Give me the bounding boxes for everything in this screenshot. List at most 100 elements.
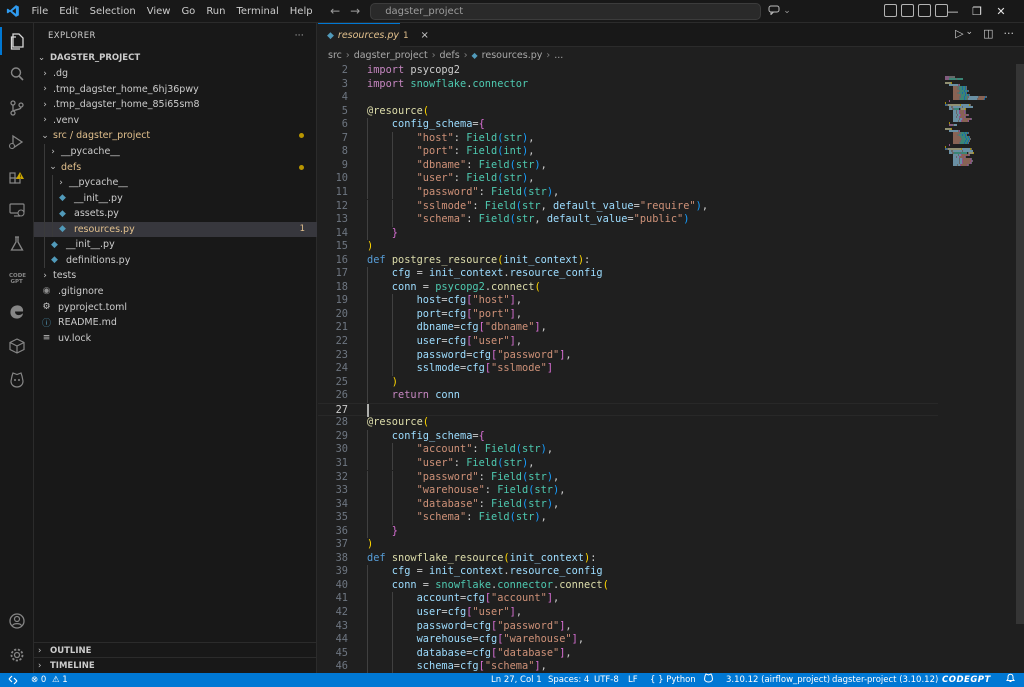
tree-item[interactable]: ◆ assets.py: [34, 206, 317, 222]
run-file-icon[interactable]: ▷: [955, 27, 963, 40]
command-center-search[interactable]: dagster_project: [370, 2, 762, 20]
code-line[interactable]: 43 password=cfg["password"],: [318, 619, 938, 634]
code-line[interactable]: 46 schema=cfg["schema"],: [318, 660, 938, 673]
code-line[interactable]: 16 def postgres_resource(init_context):: [318, 254, 938, 268]
testing-icon[interactable]: [0, 230, 34, 258]
back-arrow-icon[interactable]: ←: [330, 4, 340, 18]
code-line[interactable]: 24 sslmode=cfg["sslmode"]: [318, 362, 938, 376]
close-tab-icon[interactable]: ×: [420, 30, 428, 41]
copilot-menu[interactable]: ⌄: [768, 3, 798, 20]
minimize-icon[interactable]: —: [946, 5, 960, 19]
indentation[interactable]: Spaces: 4: [548, 673, 589, 687]
outline-panel-header[interactable]: › OUTLINE: [34, 642, 317, 658]
explorer-icon[interactable]: [0, 27, 34, 55]
end-of-line[interactable]: LF: [628, 673, 638, 687]
tree-item[interactable]: ◆ __init__.py: [34, 190, 317, 206]
code-line[interactable]: 6 config_schema={: [318, 118, 938, 132]
toggle-secondary-sidebar-icon[interactable]: [918, 4, 931, 17]
code-line[interactable]: 5 @resource(: [318, 105, 938, 119]
code-line[interactable]: 18 conn = psycopg2.connect(: [318, 280, 938, 295]
language-mode[interactable]: { } Python: [650, 673, 696, 687]
encoding[interactable]: UTF-8: [594, 673, 619, 687]
breadcrumb-item[interactable]: defs: [440, 50, 460, 61]
code-line[interactable]: 31 "user": Field(str),: [318, 456, 938, 471]
code-line[interactable]: 20 port=cfg["port"],: [318, 307, 938, 322]
code-line[interactable]: 38 def snowflake_resource(init_context):: [318, 552, 938, 566]
split-editor-icon[interactable]: ◫: [983, 27, 993, 40]
manage-gear-icon[interactable]: [0, 641, 34, 669]
cursor-position[interactable]: Ln 27, Col 1: [491, 673, 542, 687]
menu-terminal[interactable]: Terminal: [231, 0, 284, 23]
source-control-icon[interactable]: [0, 94, 34, 122]
code-line[interactable]: 30 "account": Field(str),: [318, 443, 938, 457]
code-line[interactable]: 27: [318, 402, 938, 417]
code-line[interactable]: 45 database=cfg["database"],: [318, 646, 938, 661]
menu-edit[interactable]: Edit: [54, 0, 84, 23]
code-line[interactable]: 2 import psycopg2: [318, 64, 938, 78]
code-line[interactable]: 19 host=cfg["host"],: [318, 294, 938, 308]
tree-item[interactable]: ◉ .gitignore: [34, 284, 317, 300]
code-line[interactable]: 13 "schema": Field(str, default_value="pu…: [318, 213, 938, 227]
close-window-icon[interactable]: ✕: [994, 5, 1008, 19]
forward-arrow-icon[interactable]: →: [350, 4, 360, 18]
accounts-icon[interactable]: [0, 607, 34, 635]
code-line[interactable]: 12 "sslmode": Field(str, default_value="r…: [318, 199, 938, 214]
codegpt-icon[interactable]: CODE GPT: [0, 264, 34, 292]
copilot-status-icon[interactable]: [703, 673, 714, 687]
toggle-panel-icon[interactable]: [901, 4, 914, 17]
scrollbar-thumb[interactable]: [1016, 64, 1024, 624]
tree-item[interactable]: ⚙ pyproject.toml: [34, 299, 317, 315]
code-line[interactable]: 37): [318, 538, 938, 552]
restore-icon[interactable]: ❐: [970, 5, 984, 19]
extensions-warning-icon[interactable]: !: [0, 162, 34, 190]
menu-run[interactable]: Run: [201, 0, 231, 23]
code-line[interactable]: 44 warehouse=cfg["warehouse"],: [318, 633, 938, 647]
containers-icon[interactable]: [0, 332, 34, 360]
tree-item[interactable]: ◆ resources.py 1: [34, 221, 317, 237]
breadcrumb-item[interactable]: src: [328, 50, 342, 61]
tree-item[interactable]: ◆ definitions.py: [34, 253, 317, 269]
remote-explorer-icon[interactable]: [0, 196, 34, 224]
tree-item[interactable]: › .venv: [34, 113, 317, 129]
tree-item[interactable]: › __pycache__: [34, 175, 317, 191]
code-line[interactable]: 3 import snowflake.connector: [318, 78, 938, 92]
breadcrumb-item[interactable]: resources.py: [482, 50, 543, 61]
breadcrumb-item[interactable]: ...: [554, 50, 563, 61]
code-line[interactable]: 7 "host": Field(str),: [318, 131, 938, 146]
code-line[interactable]: 4: [318, 91, 938, 105]
menu-view[interactable]: View: [141, 0, 176, 23]
tree-item[interactable]: › .tmp_dagster_home_6hj36pwy: [34, 82, 317, 98]
problems-status[interactable]: ⊗ 0 ⚠ 1: [31, 673, 68, 687]
timeline-panel-header[interactable]: › TIMELINE: [34, 657, 317, 673]
code-line[interactable]: 42 user=cfg["user"],: [318, 606, 938, 620]
code-line[interactable]: 35 "schema": Field(str),: [318, 511, 938, 525]
toggle-sidebar-icon[interactable]: [884, 4, 897, 17]
menu-selection[interactable]: Selection: [84, 0, 141, 23]
code-line[interactable]: 17 cfg = init_context.resource_config: [318, 267, 938, 281]
code-line[interactable]: 14}: [318, 226, 938, 241]
code-line[interactable]: 22 user=cfg["user"],: [318, 335, 938, 349]
code-editor[interactable]: 2 import psycopg2 3 import snowflake.connec…: [318, 64, 938, 673]
code-line[interactable]: 25): [318, 375, 938, 390]
python-interpreter[interactable]: 3.10.12 (airflow_project): [726, 673, 830, 687]
vertical-scrollbar[interactable]: [1015, 64, 1024, 673]
run-debug-icon[interactable]: [0, 128, 34, 156]
code-line[interactable]: 15): [318, 240, 938, 254]
tab-resources-py[interactable]: ◆ resources.py 1 ×: [318, 23, 429, 47]
code-line[interactable]: 21 dbname=cfg["dbname"],: [318, 321, 938, 335]
chevron-down-icon[interactable]: ⌄: [966, 27, 974, 40]
edge-devtools-icon[interactable]: [0, 298, 34, 326]
more-actions-icon[interactable]: ···: [295, 31, 304, 41]
menu-file[interactable]: File: [26, 0, 54, 23]
tree-item[interactable]: ◆ __init__.py: [34, 237, 317, 253]
minimap[interactable]: [945, 64, 1011, 166]
tree-item[interactable]: › .tmp_dagster_home_85i65sm8: [34, 97, 317, 113]
code-line[interactable]: 39 cfg = init_context.resource_config: [318, 565, 938, 579]
notifications-bell-icon[interactable]: [1006, 673, 1015, 687]
tree-item[interactable]: › .dg: [34, 66, 317, 82]
tree-item[interactable]: ⌄ src / dagster_project: [34, 128, 317, 144]
menu-help[interactable]: Help: [284, 0, 318, 23]
remote-indicator-icon[interactable]: [0, 673, 26, 687]
code-line[interactable]: 41 account=cfg["account"],: [318, 592, 938, 606]
codegpt-status[interactable]: CODEGPT: [942, 673, 991, 687]
